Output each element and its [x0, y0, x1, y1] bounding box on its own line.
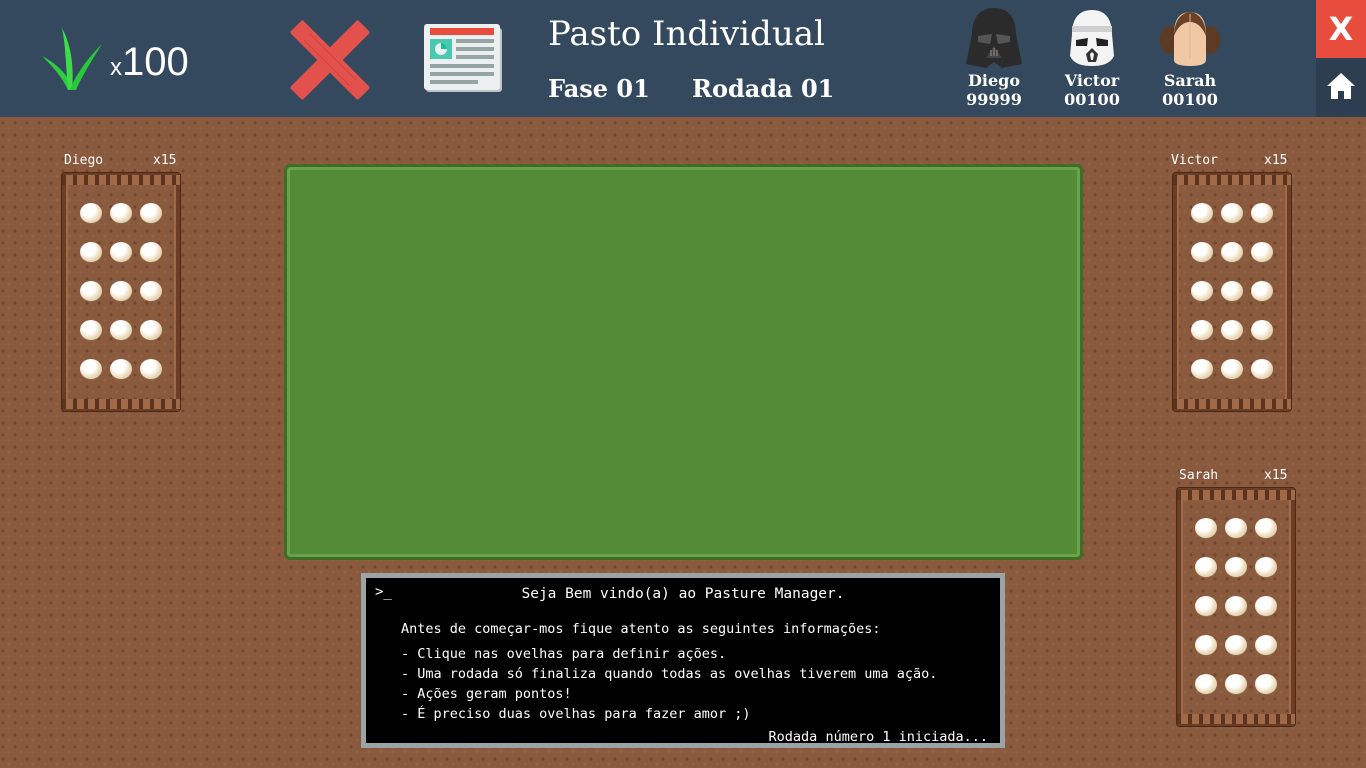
console-line: - Uma rodada só finaliza quando todas as… [401, 666, 938, 682]
sheep[interactable] [80, 203, 102, 223]
sheep[interactable] [1195, 557, 1217, 577]
pen-sheep-count: x15 [1264, 468, 1288, 483]
player-diego: Diego 99999 [954, 6, 1034, 109]
sheep[interactable] [1195, 596, 1217, 616]
sheep-pen-sarah [1177, 488, 1295, 726]
sheep[interactable] [140, 359, 162, 379]
grass-icon [42, 28, 102, 90]
stormtrooper-icon [1070, 10, 1114, 66]
princess-leia-icon [1160, 12, 1220, 66]
pen-sheep-count: x15 [1264, 153, 1288, 168]
player-name: Sarah [1163, 71, 1217, 90]
sheep[interactable] [1191, 203, 1213, 223]
sheep[interactable] [80, 281, 102, 301]
player-name: Diego [968, 71, 1020, 90]
sheep[interactable] [1225, 596, 1247, 616]
sheep[interactable] [1221, 281, 1243, 301]
pen-owner-label: Victor [1171, 153, 1218, 168]
sheep[interactable] [1191, 320, 1213, 340]
pen-owner-label: Sarah [1179, 468, 1219, 483]
player-score: 00100 [1162, 90, 1218, 109]
home-button[interactable] [1316, 58, 1366, 117]
sheep[interactable] [1191, 359, 1213, 379]
sheep[interactable] [140, 281, 162, 301]
player-victor: Victor 00100 [1052, 6, 1132, 109]
sheep[interactable] [1251, 242, 1273, 262]
sheep[interactable] [140, 320, 162, 340]
fence-rail [1173, 175, 1291, 185]
sheep[interactable] [80, 242, 102, 262]
round-label: Rodada 01 [692, 74, 835, 103]
console-status: Rodada número 1 iniciada... [768, 729, 988, 745]
player-name: Victor [1064, 71, 1120, 90]
sheep[interactable] [1195, 635, 1217, 655]
player-score: 00100 [1064, 90, 1120, 109]
sheep-pen-diego [62, 173, 180, 411]
sheep[interactable] [1255, 557, 1277, 577]
sheep[interactable] [1221, 320, 1243, 340]
fence-rail [1173, 399, 1291, 409]
sheep[interactable] [140, 203, 162, 223]
sheep[interactable] [1221, 359, 1243, 379]
sheep[interactable] [1255, 518, 1277, 538]
console-intro: Antes de começar-mos fique atento as seg… [401, 621, 881, 637]
player-score: 99999 [966, 90, 1022, 109]
fence-rail [62, 399, 180, 409]
sheep[interactable] [1251, 320, 1273, 340]
grass-count: x100 [110, 40, 189, 85]
newspaper-icon[interactable] [424, 22, 504, 94]
player-sarah: Sarah 00100 [1150, 6, 1230, 109]
console-line: - É preciso duas ovelhas para fazer amor… [401, 706, 751, 722]
sheep[interactable] [1255, 596, 1277, 616]
console-line: - Clique nas ovelhas para definir ações. [401, 646, 727, 662]
pasture-field[interactable] [284, 164, 1083, 560]
sheep[interactable] [110, 242, 132, 262]
fence-rail [1177, 490, 1295, 500]
sheep[interactable] [1221, 242, 1243, 262]
sheep[interactable] [1191, 242, 1213, 262]
cancel-icon[interactable] [290, 20, 370, 100]
grass-count-value: 100 [122, 40, 189, 84]
sheep[interactable] [1191, 281, 1213, 301]
sheep-pen-victor [1173, 173, 1291, 411]
sheep[interactable] [1225, 674, 1247, 694]
phase-label: Fase 01 [548, 74, 650, 103]
sheep[interactable] [1251, 203, 1273, 223]
home-icon [1327, 73, 1355, 99]
grass-count-prefix: x [110, 54, 122, 81]
sheep[interactable] [1221, 203, 1243, 223]
sheep[interactable] [110, 203, 132, 223]
sheep[interactable] [1225, 518, 1247, 538]
pen-owner-label: Diego [64, 153, 104, 168]
sheep[interactable] [1251, 281, 1273, 301]
message-console: >_ Seja Bem vindo(a) ao Pasture Manager.… [361, 573, 1005, 748]
close-button[interactable]: X [1316, 0, 1366, 58]
sheep[interactable] [1225, 635, 1247, 655]
sheep[interactable] [110, 281, 132, 301]
console-welcome: Seja Bem vindo(a) ao Pasture Manager. [521, 586, 845, 602]
sheep[interactable] [1255, 674, 1277, 694]
sheep[interactable] [80, 320, 102, 340]
sheep[interactable] [110, 359, 132, 379]
sheep[interactable] [110, 320, 132, 340]
sheep[interactable] [140, 242, 162, 262]
pen-sheep-count: x15 [153, 153, 177, 168]
darth-vader-icon [966, 8, 1022, 68]
fence-rail [62, 175, 180, 185]
page-title: Pasto Individual [548, 14, 825, 54]
sheep[interactable] [1255, 635, 1277, 655]
sheep[interactable] [1251, 359, 1273, 379]
sheep[interactable] [1195, 674, 1217, 694]
fence-rail [1177, 714, 1295, 724]
sheep[interactable] [80, 359, 102, 379]
top-bar: x100 Pasto Individual Fase 01 Rodada 01 [0, 0, 1366, 117]
sheep[interactable] [1195, 518, 1217, 538]
sheep[interactable] [1225, 557, 1247, 577]
console-line: - Ações geram pontos! [401, 686, 572, 702]
